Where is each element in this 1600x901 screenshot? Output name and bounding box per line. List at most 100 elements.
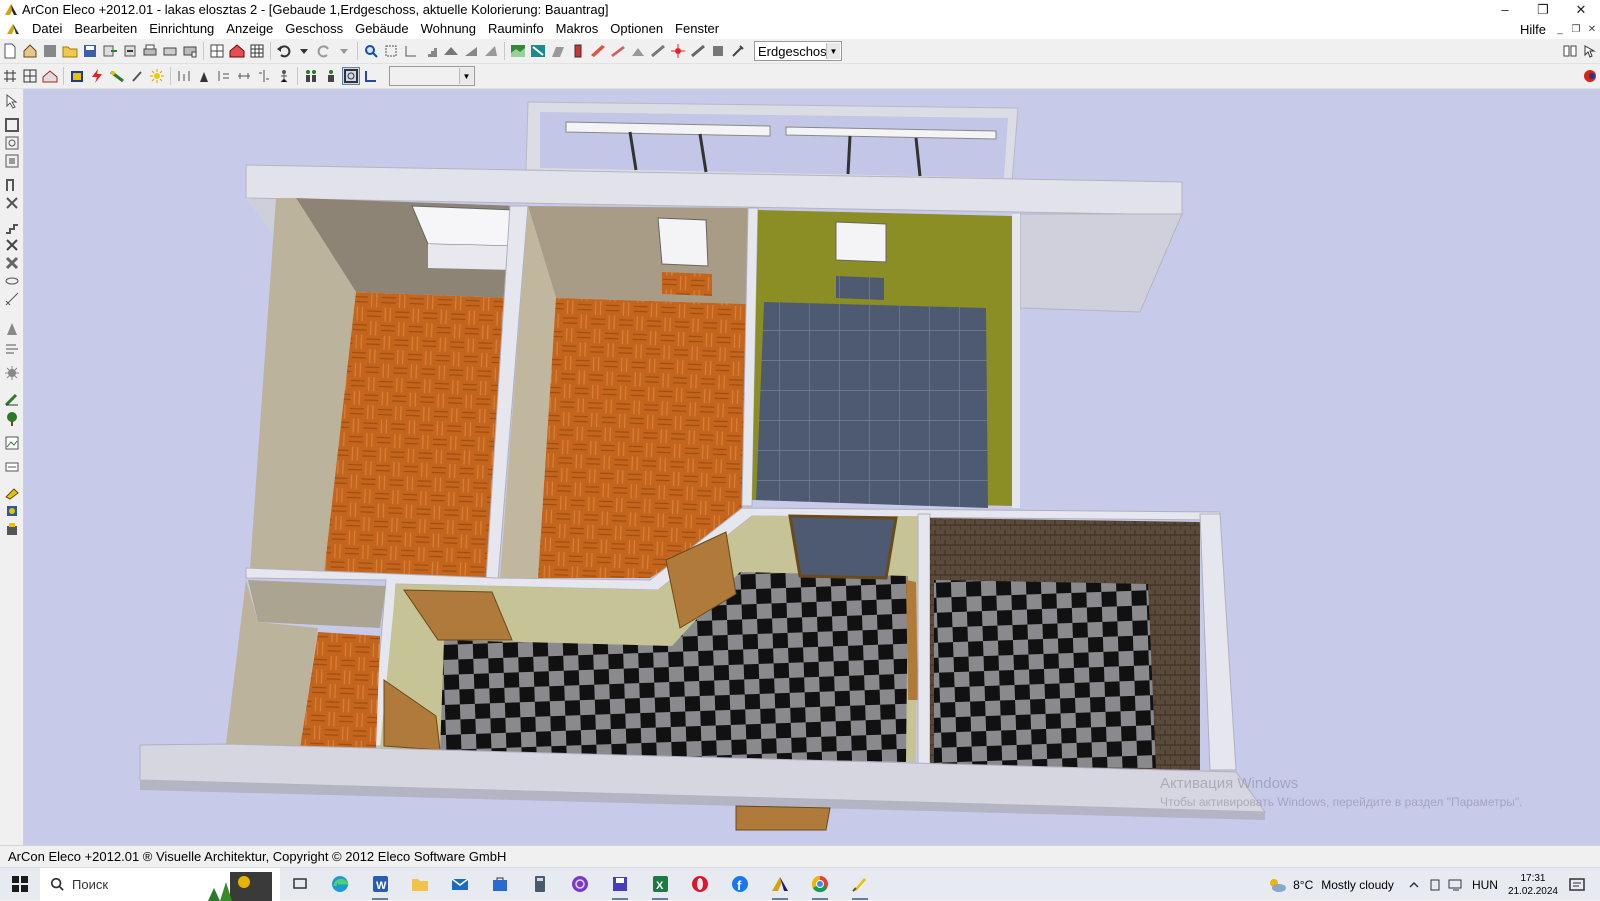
grid-view-icon[interactable]	[248, 42, 266, 60]
column-icon[interactable]	[569, 42, 587, 60]
dimension-tool-icon[interactable]	[4, 291, 20, 307]
export-icon[interactable]	[101, 42, 119, 60]
chevron-up-icon[interactable]	[1408, 879, 1420, 891]
network-icon[interactable]	[1448, 878, 1464, 892]
pointer-icon[interactable]	[4, 93, 20, 109]
object-tool-icon[interactable]	[4, 521, 20, 537]
image-tool-icon[interactable]	[4, 435, 20, 451]
task-view-icon[interactable]	[280, 868, 320, 901]
roof-view-icon[interactable]	[41, 67, 59, 85]
mdi-minimize-button[interactable]: _	[1552, 24, 1568, 35]
opening-tool-icon[interactable]	[4, 255, 20, 271]
menu-optionen[interactable]: Optionen	[604, 19, 669, 39]
tor-browser-icon[interactable]	[560, 868, 600, 901]
window-element-icon[interactable]	[649, 42, 667, 60]
paint-tool-icon[interactable]	[4, 485, 20, 501]
chevron-down-icon[interactable]: ▼	[459, 68, 473, 84]
facebook-icon[interactable]: f	[720, 868, 760, 901]
menu-geschoss[interactable]: Geschoss	[279, 19, 349, 39]
3d-viewport[interactable]: Активация Windows Чтобы активировать Win…	[24, 89, 1600, 845]
template-icon[interactable]	[41, 42, 59, 60]
frame-icon[interactable]	[342, 67, 360, 85]
measure-icon[interactable]	[402, 42, 420, 60]
chevron-down-icon[interactable]: ▼	[826, 43, 840, 59]
zoom-extents-icon[interactable]	[382, 42, 400, 60]
plot-icon[interactable]	[181, 42, 199, 60]
new-file-icon[interactable]	[1, 42, 19, 60]
mirror-icon[interactable]	[255, 67, 273, 85]
menu-wohnung[interactable]: Wohnung	[415, 19, 482, 39]
notification-icon[interactable]	[1568, 876, 1586, 894]
menu-einrichtung[interactable]: Einrichtung	[143, 19, 220, 39]
close-button[interactable]: ✕	[1562, 0, 1600, 19]
redo-icon[interactable]	[315, 42, 333, 60]
beam-icon[interactable]	[589, 42, 607, 60]
mdi-close-button[interactable]: ✕	[1584, 24, 1600, 35]
start-button[interactable]	[0, 868, 40, 901]
terrain-icon[interactable]	[509, 42, 527, 60]
slab-icon[interactable]	[609, 42, 627, 60]
undo-icon[interactable]	[275, 42, 293, 60]
circle-tool-icon[interactable]	[4, 273, 20, 289]
minimize-button[interactable]: –	[1486, 0, 1524, 19]
taskbar-search[interactable]: Поиск	[40, 867, 280, 901]
scale-tool-icon[interactable]	[4, 459, 20, 475]
redo-dropdown-icon[interactable]	[335, 42, 353, 60]
excel-icon[interactable]: X	[640, 868, 680, 901]
restore-button[interactable]: ❐	[1524, 0, 1562, 19]
align-icon[interactable]	[215, 67, 233, 85]
menu-fenster[interactable]: Fenster	[669, 19, 725, 39]
stair-tool-icon[interactable]	[4, 219, 20, 235]
document-menu-icon[interactable]	[6, 22, 20, 36]
cube-icon[interactable]	[68, 67, 86, 85]
axis-icon[interactable]	[362, 67, 380, 85]
secondary-select[interactable]: ▼	[389, 66, 475, 86]
3d-floor-plan-scene[interactable]	[24, 89, 1600, 845]
skylight-icon[interactable]	[689, 42, 707, 60]
context-help-icon[interactable]	[1581, 42, 1599, 60]
menu-makros[interactable]: Makros	[550, 19, 605, 39]
floor-select[interactable]: Erdgeschoss ▼	[754, 41, 842, 61]
lightning-icon[interactable]	[88, 67, 106, 85]
room-tool-icon[interactable]	[4, 135, 20, 151]
usb-icon[interactable]	[1428, 878, 1442, 892]
plant-tool-icon[interactable]	[4, 411, 20, 427]
menu-rauminfo[interactable]: Rauminfo	[482, 19, 550, 39]
wall-tool-icon[interactable]	[4, 117, 20, 133]
record-icon[interactable]	[1581, 67, 1599, 85]
roof3-icon[interactable]	[482, 42, 500, 60]
pen-tool-icon[interactable]	[4, 391, 20, 407]
stairs-icon[interactable]	[422, 42, 440, 60]
burst-tool-icon[interactable]	[4, 365, 20, 381]
box-icon[interactable]	[709, 42, 727, 60]
zoom-icon[interactable]	[362, 42, 380, 60]
people-icon[interactable]	[302, 67, 320, 85]
word-icon[interactable]: W	[360, 868, 400, 901]
elevation-icon[interactable]	[195, 67, 213, 85]
import-icon[interactable]	[121, 42, 139, 60]
text-tool-icon[interactable]	[4, 321, 20, 337]
menu-bearbeiten[interactable]: Bearbeiten	[68, 19, 143, 39]
room-grid-icon[interactable]	[21, 67, 39, 85]
label-tool-icon[interactable]	[4, 341, 20, 357]
menu-datei[interactable]: Datei	[26, 19, 68, 39]
wrench-icon[interactable]	[128, 67, 146, 85]
clock[interactable]: 17:31 21.02.2024	[1508, 872, 1558, 898]
door-tool-icon[interactable]	[4, 177, 20, 193]
select-grid-icon[interactable]	[1, 67, 19, 85]
language-indicator[interactable]: HUN	[1472, 878, 1498, 892]
material-tool-icon[interactable]	[4, 503, 20, 519]
house-icon[interactable]	[21, 42, 39, 60]
store-icon[interactable]	[480, 868, 520, 901]
arcon-taskbar-icon[interactable]	[760, 868, 800, 901]
roof-icon[interactable]	[442, 42, 460, 60]
calculator-icon[interactable]	[520, 868, 560, 901]
distribute-icon[interactable]	[235, 67, 253, 85]
tools-icon[interactable]	[729, 42, 747, 60]
roof2-icon[interactable]	[462, 42, 480, 60]
dormer-icon[interactable]	[629, 42, 647, 60]
house-3d-icon[interactable]	[228, 42, 246, 60]
print-preview-icon[interactable]	[161, 42, 179, 60]
wall-icon[interactable]	[549, 42, 567, 60]
save-icon[interactable]	[81, 42, 99, 60]
